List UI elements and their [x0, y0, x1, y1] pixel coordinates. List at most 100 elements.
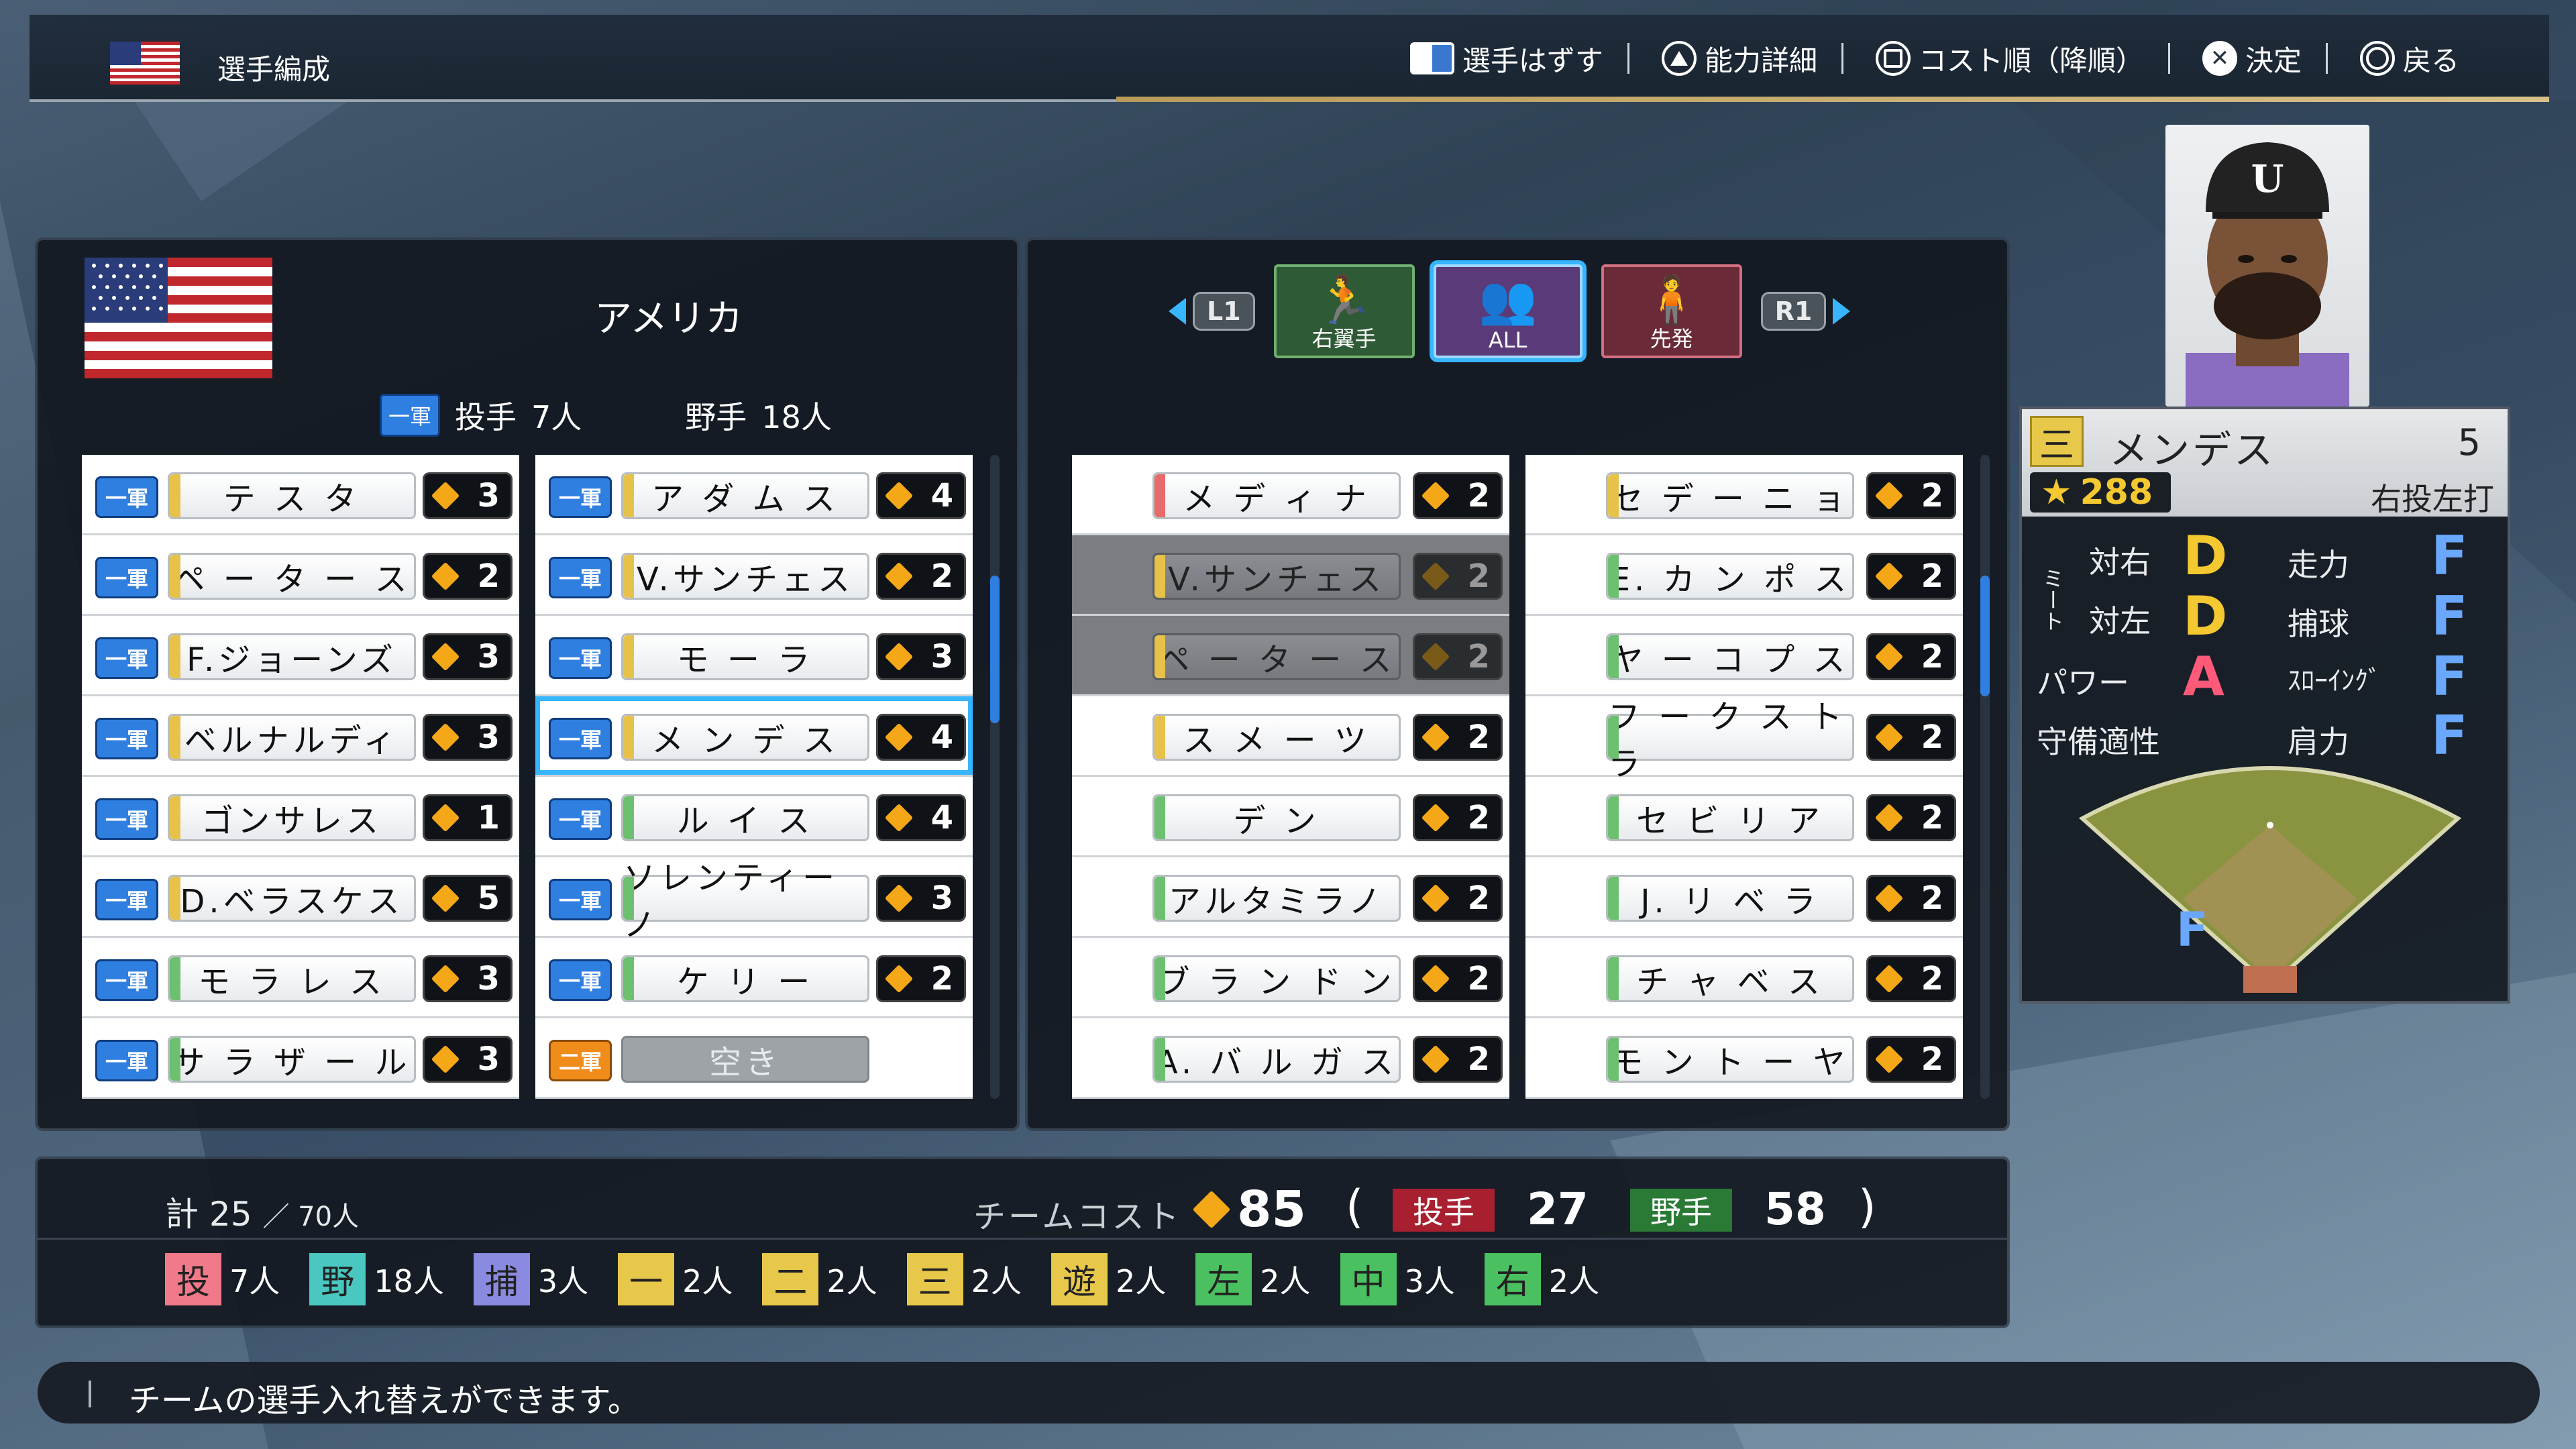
cost-value: 5 [477, 879, 500, 917]
team-group-badge: 一軍 [549, 637, 612, 679]
ability-detail-command[interactable]: 能力詳細 [1646, 38, 1860, 79]
position-badge: 投 [165, 1253, 221, 1305]
cross-button-icon: ✕ [2202, 41, 2237, 76]
player-name: チ ャ ベ ス [1606, 955, 1854, 1002]
pool-row[interactable]: アルタミラノ 2 [1072, 857, 1509, 938]
cost-value: 2 [1467, 960, 1490, 998]
rating-value: 288 [2080, 472, 2153, 513]
pool-scrollbar-thumb[interactable] [1980, 576, 1990, 696]
player-cost: 2 [1413, 794, 1503, 841]
team-cost-value: 85 [1192, 1181, 1306, 1238]
pool-row[interactable]: デ ン 2 [1072, 777, 1509, 857]
cost-diamond-icon [1874, 642, 1904, 672]
tab-starting-pitcher[interactable]: 🧍 先発 [1601, 264, 1742, 358]
pool-row[interactable]: セ デ ー ニ ョ 2 [1525, 455, 1963, 535]
overall-rating: ★ 288 [2030, 472, 2171, 513]
pitchers-count: 7人 [531, 399, 582, 435]
team-group-badge: 一軍 [549, 476, 612, 518]
pool-row[interactable]: E. カ ン ポ ス 2 [1525, 535, 1963, 616]
pool-row[interactable]: フ ー ク ス ト ラ 2 [1525, 696, 1963, 783]
arm-label: 肩力 [2288, 724, 2349, 760]
roster-row[interactable]: 一軍メ ン デ ス 4 [535, 696, 973, 777]
help-message-bar: チームの選手入れ替えができます。 [38, 1362, 2540, 1424]
player-cost: 2 [1413, 553, 1503, 600]
pool-row[interactable]: J. リ ベ ラ 2 [1525, 857, 1963, 938]
fielder-cost-label: 野手 [1630, 1189, 1732, 1232]
pitcher-cost-label: 投手 [1393, 1189, 1495, 1232]
roster-row[interactable]: 一軍 ゴンサレス 1 [82, 777, 519, 857]
pool-row[interactable]: ペ ー タ ー ス 2 [1072, 616, 1509, 696]
speed-label: 走力 [2288, 547, 2349, 583]
cost-diamond-icon [1874, 722, 1904, 752]
player-cost: 4 [876, 472, 966, 519]
uniform-number: 5 [2457, 421, 2481, 464]
roster-row[interactable]: 一軍 V.サンチェス 2 [535, 535, 973, 616]
pool-row[interactable]: A. バ ル ガ ス 2 [1072, 1018, 1509, 1099]
roster-row[interactable]: 一軍サ ラ ザ ー ル 3 [82, 1018, 519, 1099]
position-count-item: 中 3人 [1340, 1253, 1455, 1305]
pool-scrollbar[interactable] [1980, 455, 1990, 1099]
r1-shoulder-button[interactable]: R1 [1760, 292, 1851, 331]
cost-diamond-icon [431, 481, 460, 511]
position-badge: 左 [1195, 1253, 1252, 1305]
cost-value: 2 [1921, 718, 1943, 756]
pool-row[interactable]: ブ ラ ン ド ン 2 [1072, 938, 1509, 1018]
position-badge: 三 [906, 1253, 963, 1305]
cost-value: 2 [477, 557, 500, 595]
throwing-label: ｽﾛｰｲﾝｸﾞ [2288, 665, 2381, 696]
roster-row[interactable]: 一軍 F.ジョーンズ 3 [82, 616, 519, 696]
player-name: モ ン ト ー ヤ [1606, 1036, 1854, 1083]
pool-row[interactable]: セ ビ リ ア 2 [1525, 777, 1963, 857]
cost-diamond-icon [1421, 481, 1450, 511]
cost-diamond-icon [431, 803, 460, 833]
remove-player-command[interactable]: 選手はずす [1394, 38, 1646, 79]
player-name: V.サンチェス [621, 553, 869, 600]
pool-row[interactable]: V.サンチェス 2 [1072, 535, 1509, 616]
usa-flag-icon [110, 42, 180, 85]
position-count: 2人 [1260, 1263, 1311, 1299]
sort-cost-command[interactable]: コスト順（降順） [1860, 38, 2186, 79]
command-separator [1841, 43, 1843, 74]
roster-scrollbar-thumb[interactable] [990, 576, 1000, 723]
roster-row[interactable]: 一軍 D.ベラスケス 5 [82, 857, 519, 938]
confirm-command[interactable]: ✕ 決定 [2186, 38, 2344, 79]
position-count-item: 三 2人 [906, 1253, 1022, 1305]
team-group-badge: 一軍 [549, 718, 612, 759]
position-badge: 二 [762, 1253, 819, 1305]
roster-row[interactable]: 一軍ケ リ ー 2 [535, 938, 973, 1018]
team-roster-panel: アメリカ 一軍 投手 7人 野手 18人 一軍テ ス タ 3 一軍ペ ー タ ー ス… [38, 240, 1017, 1128]
cost-diamond-icon [884, 883, 914, 913]
roster-scrollbar[interactable] [990, 455, 1000, 1099]
l1-shoulder-button[interactable]: L1 [1169, 292, 1255, 331]
roster-row[interactable]: 一軍 ベルナルディ 3 [82, 696, 519, 777]
vs-right-label: 対右 [2089, 544, 2151, 580]
roster-row[interactable]: 一軍ア ダ ム ス 4 [535, 455, 973, 535]
cost-diamond-icon [431, 964, 460, 994]
roster-row[interactable]: 一軍ペ ー タ ー ス 2 [82, 535, 519, 616]
back-command[interactable]: 戻る [2344, 38, 2475, 79]
tab-all[interactable]: 👥 ALL [1433, 264, 1582, 358]
roster-row[interactable]: 一軍 ソレンティーノ 3 [535, 857, 973, 944]
pool-row[interactable]: チ ャ ベ ス 2 [1525, 938, 1963, 1018]
pitcher-cost-value: 27 [1527, 1183, 1589, 1235]
roster-row[interactable]: 一軍ル イ ス 4 [535, 777, 973, 857]
pool-column-1: メ デ ィ ナ 2 V.サンチェス 2 ペ ー タ ー ス2ス メ ー ツ2デ ン 2 アル… [1072, 455, 1509, 1099]
pool-row[interactable]: ス メ ー ツ 2 [1072, 696, 1509, 777]
pool-row[interactable]: モ ン ト ー ヤ 2 [1525, 1018, 1963, 1099]
player-cost: 3 [423, 714, 513, 761]
position-count: 2人 [1115, 1263, 1167, 1299]
tab-right-fielder[interactable]: 🏃 右翼手 [1273, 264, 1415, 358]
pool-row[interactable]: メ デ ィ ナ 2 [1072, 455, 1509, 535]
roster-row[interactable]: 一軍モ ラ レ ス 3 [82, 938, 519, 1018]
cost-diamond-icon [1874, 964, 1904, 994]
roster-row[interactable]: 二軍 空き [535, 1018, 973, 1099]
pool-row[interactable]: ヤ ー コ プ ス 2 [1525, 616, 1963, 696]
open-paren: ( [1346, 1181, 1364, 1234]
roster-row[interactable]: 一軍モ ー ラ 3 [535, 616, 973, 696]
cost-diamond-icon [1421, 803, 1450, 833]
cost-value: 4 [930, 477, 953, 515]
position-badge: 捕 [473, 1253, 530, 1305]
roster-row[interactable]: 一軍テ ス タ 3 [82, 455, 519, 535]
position-badge: 中 [1340, 1253, 1397, 1305]
cost-value: 2 [930, 557, 953, 595]
